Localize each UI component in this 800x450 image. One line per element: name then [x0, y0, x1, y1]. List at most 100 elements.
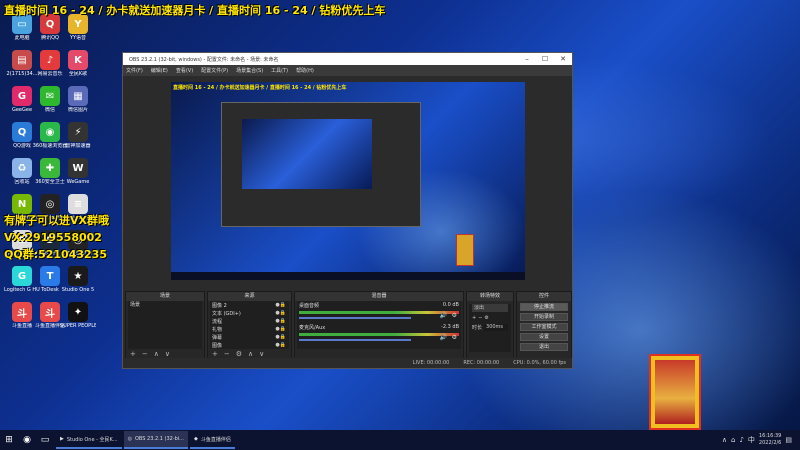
- remove-icon[interactable]: −: [142, 350, 148, 358]
- windows-start-icon[interactable]: ⊞: [0, 431, 18, 449]
- scene-item[interactable]: 场景: [128, 301, 202, 309]
- duration-input[interactable]: 300ms: [484, 324, 508, 331]
- remove-icon[interactable]: −: [224, 350, 230, 358]
- source-item[interactable]: 礼物 ●🔒: [210, 325, 289, 333]
- stop-streaming-button[interactable]: 停止推流: [520, 303, 568, 311]
- menu-tools[interactable]: 工具(T): [271, 67, 288, 74]
- add-icon[interactable]: +: [472, 315, 476, 321]
- studio-mode-button[interactable]: 工作室模式: [520, 323, 568, 331]
- source-label: 礼物: [212, 326, 223, 333]
- obs-window[interactable]: OBS 23.2.1 (32-bit, windows) - 配置文件: 未命名…: [122, 52, 573, 369]
- volume-icon[interactable]: ♪: [739, 436, 743, 444]
- settings-button[interactable]: 设置: [520, 333, 568, 341]
- eye-icon[interactable]: ●🔒: [275, 334, 286, 340]
- start-recording-button[interactable]: 开始录制: [520, 313, 568, 321]
- taskbar-app-obs[interactable]: ◎ OBS 23.2.1 (32-bi...: [123, 431, 188, 449]
- move-down-icon[interactable]: ∨: [259, 350, 264, 358]
- gear-icon[interactable]: ⚙: [452, 334, 457, 341]
- desktop-icon[interactable]: ✦SUPER PEOPLE CBT: [60, 302, 96, 329]
- obs-preview[interactable]: 直播时间 16 - 24 / 办卡就送加速器月卡 / 直播时间 16 - 24 …: [171, 82, 525, 280]
- desktop-icon[interactable]: Y YY语音: [60, 14, 96, 41]
- taskbar-app-studio-one[interactable]: ▶ Studio One - 全民K...: [56, 431, 122, 449]
- transitions-dock: 转场特效 淡出 + − ⚙ 时长 300ms: [466, 291, 514, 359]
- transitions-body: 淡出 + − ⚙ 时长 300ms: [469, 304, 511, 352]
- transition-select[interactable]: 淡出: [472, 304, 508, 312]
- gear-icon[interactable]: ⚙: [452, 312, 457, 319]
- maximize-icon[interactable]: ☐: [536, 55, 554, 63]
- controls-dock-title: 控件: [517, 292, 571, 301]
- gear-icon[interactable]: ⚙: [484, 315, 488, 321]
- volume-slider[interactable]: [299, 317, 411, 319]
- music-icon: ♪: [40, 50, 60, 70]
- minimize-icon[interactable]: –: [518, 55, 536, 63]
- folder-icon[interactable]: ▭: [36, 431, 54, 449]
- eye-icon[interactable]: ●🔒: [275, 342, 286, 348]
- gear-icon[interactable]: ⚙: [236, 350, 242, 358]
- clock-date: 2022/2/6: [758, 440, 782, 446]
- speaker-icon[interactable]: 🔊: [440, 334, 447, 341]
- menu-scene-collection[interactable]: 场景集合(S): [236, 67, 263, 74]
- menu-file[interactable]: 文件(F): [126, 67, 143, 74]
- eye-icon[interactable]: ●🔒: [275, 302, 286, 308]
- desktop-icon[interactable]: ▦ 微信图片: [60, 86, 96, 113]
- transitions-dock-title: 转场特效: [467, 292, 513, 301]
- exit-button[interactable]: 退出: [520, 343, 568, 351]
- douyu-companion-icon: 斗: [40, 302, 60, 322]
- move-down-icon[interactable]: ∨: [165, 350, 170, 358]
- eye-icon[interactable]: ●🔒: [275, 310, 286, 316]
- move-up-icon[interactable]: ∧: [154, 350, 159, 358]
- douyu-icon: ◆: [193, 436, 198, 442]
- menu-profile[interactable]: 配置文件(P): [201, 67, 228, 74]
- chevron-up-icon[interactable]: ∧: [722, 436, 727, 444]
- desktop-icon-label: 雷神加速器: [65, 143, 91, 149]
- eye-icon[interactable]: ●🔒: [275, 326, 286, 332]
- controls-body: 停止推流 开始录制 工作室模式 设置 退出: [517, 303, 571, 351]
- speaker-icon[interactable]: 🔊: [440, 312, 447, 319]
- obs-window-title: OBS 23.2.1 (32-bit, windows) - 配置文件: 未命名…: [129, 56, 279, 63]
- clock[interactable]: 16:16:39 2022/2/6: [759, 433, 781, 447]
- source-label: 图像: [212, 342, 223, 349]
- menu-edit[interactable]: 编辑(E): [151, 67, 168, 74]
- file-icon: ▤: [12, 50, 32, 70]
- track-name: 桌面音频: [299, 303, 320, 309]
- menu-view[interactable]: 查看(V): [176, 67, 193, 74]
- scenes-dock: 场景 场景 + − ∧ ∨: [125, 291, 205, 359]
- scenes-list[interactable]: 场景: [128, 301, 202, 349]
- source-item[interactable]: 流程 ●🔒: [210, 317, 289, 325]
- wechat-icon: ✉: [40, 86, 60, 106]
- source-item[interactable]: 弹幕 ●🔒: [210, 333, 289, 341]
- desktop-icon[interactable]: ★ Studio One 5: [60, 266, 96, 293]
- desktop-icon-label: Studio One 5: [61, 287, 95, 293]
- obs-titlebar[interactable]: OBS 23.2.1 (32-bit, windows) - 配置文件: 未命名…: [123, 53, 572, 65]
- desktop-icon-label: WeGame: [66, 179, 90, 185]
- desktop-icon[interactable]: W WeGame: [60, 158, 96, 185]
- chrome-icon[interactable]: ◉: [18, 431, 36, 449]
- source-item[interactable]: 图像 ●🔒: [210, 341, 289, 349]
- preview-nested-obs: [221, 102, 421, 227]
- network-icon[interactable]: ⌂: [731, 436, 735, 444]
- desktop-icon[interactable]: ⚡ 雷神加速器: [60, 122, 96, 149]
- track-db: 0.0 dB: [442, 302, 459, 308]
- add-icon[interactable]: +: [212, 350, 218, 358]
- desktop-icon[interactable]: K 全民K歌: [60, 50, 96, 77]
- contact-overlay: 有牌子可以进VX群哦 VX:2919558002 QQ群:521043235: [4, 212, 109, 263]
- image-icon: ▦: [68, 86, 88, 106]
- eye-icon[interactable]: ●🔒: [275, 318, 286, 324]
- taskbar-app-douyu[interactable]: ◆ 斗鱼直播伴侣: [189, 431, 235, 449]
- close-icon[interactable]: ✕: [554, 55, 572, 63]
- text-file-icon: ≡: [68, 194, 88, 214]
- move-up-icon[interactable]: ∧: [248, 350, 253, 358]
- notification-icon[interactable]: ▤: [785, 436, 792, 444]
- source-item[interactable]: 文本 (GDI+) ●🔒: [210, 309, 289, 317]
- source-item[interactable]: 图像 2 ●🔒: [210, 301, 289, 309]
- volume-slider[interactable]: [299, 339, 411, 341]
- overlay-line: QQ群:521043235: [4, 248, 107, 261]
- wegame-icon: W: [68, 158, 88, 178]
- menu-help[interactable]: 帮助(H): [296, 67, 314, 74]
- sources-list[interactable]: 图像 2 ●🔒 文本 (GDI+) ●🔒 流程 ●🔒 礼物 ●🔒 弹幕 ●🔒 图像 ●🔒: [210, 301, 289, 349]
- remove-icon[interactable]: −: [478, 315, 482, 321]
- input-language[interactable]: 中: [748, 435, 755, 445]
- add-icon[interactable]: +: [130, 350, 136, 358]
- desktop-icon-label: 微信图片: [67, 107, 88, 113]
- overlay-line: 有牌子可以进VX群哦: [4, 214, 109, 227]
